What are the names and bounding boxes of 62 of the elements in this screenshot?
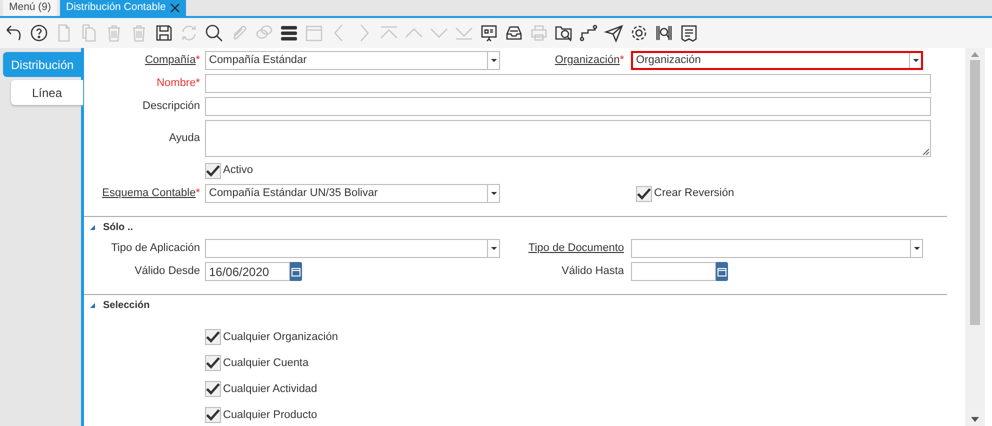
- collapse-icon[interactable]: [90, 224, 95, 230]
- resize-grip-icon[interactable]: [922, 148, 929, 155]
- checkbox[interactable]: [205, 407, 221, 423]
- checkbox-label: Crear Reversión: [654, 186, 734, 202]
- dropdown-field[interactable]: Compañía Estándar UN/35 Bolivar: [205, 184, 500, 203]
- date-field[interactable]: [631, 262, 716, 281]
- required-mark: *: [620, 54, 624, 66]
- workflow-nodes-icon[interactable]: [579, 23, 599, 43]
- text-field[interactable]: [205, 97, 931, 116]
- settings-icon[interactable]: [629, 23, 649, 43]
- date-field[interactable]: 16/06/2020: [205, 262, 290, 281]
- caret-icon[interactable]: [490, 192, 496, 195]
- close-icon[interactable]: [170, 3, 180, 13]
- field-label: Válido Desde: [134, 265, 200, 278]
- field-label: Válido Hasta: [562, 265, 624, 278]
- window-tab[interactable]: Menú (9): [3, 0, 58, 16]
- caret-icon[interactable]: [914, 247, 920, 250]
- caret-icon[interactable]: [490, 59, 496, 62]
- calendar-button[interactable]: [716, 262, 728, 281]
- checkbox[interactable]: [205, 381, 221, 397]
- checkbox-label: Cualquier Organización: [223, 330, 338, 345]
- field-label: Descripción: [142, 100, 200, 112]
- help-icon[interactable]: [29, 23, 49, 43]
- field-label[interactable]: Organización: [554, 54, 620, 66]
- field-label: Tipo de Aplicación: [111, 242, 200, 254]
- scrollbar[interactable]: [965, 48, 985, 426]
- dropdown-field[interactable]: Compañía Estándar: [205, 51, 500, 70]
- search-icon[interactable]: [204, 23, 224, 43]
- section-title[interactable]: Sólo ..: [103, 220, 133, 234]
- checkbox[interactable]: [205, 329, 221, 345]
- field-label[interactable]: Compañía: [144, 54, 196, 66]
- field-label[interactable]: Esquema Contable: [102, 187, 196, 200]
- receipt-icon[interactable]: [679, 23, 699, 43]
- checkbox-label: Activo: [223, 163, 253, 178]
- barcode-search-icon[interactable]: [654, 23, 674, 43]
- dropdown-field[interactable]: Organización: [631, 51, 923, 70]
- calendar-button[interactable]: [290, 262, 302, 281]
- checkbox-label: Cualquier Producto: [223, 408, 318, 423]
- scrollbar-thumb[interactable]: [970, 60, 980, 325]
- checkbox[interactable]: [636, 186, 652, 202]
- required-mark: *: [196, 54, 200, 66]
- scroll-down-icon[interactable]: [971, 417, 979, 422]
- side-tab[interactable]: Línea: [11, 80, 83, 105]
- dropdown-field[interactable]: [205, 239, 500, 258]
- presentation-board-icon[interactable]: [479, 23, 499, 43]
- section-title[interactable]: Selección: [103, 298, 150, 312]
- field-label: Nombre: [156, 77, 196, 90]
- dropdown-field[interactable]: [631, 239, 923, 258]
- required-mark: *: [196, 187, 200, 200]
- collapse-icon[interactable]: [90, 302, 95, 308]
- checkbox[interactable]: [205, 162, 221, 178]
- field-label: Ayuda: [169, 132, 200, 144]
- caret-icon[interactable]: [912, 59, 918, 62]
- required-mark: *: [196, 77, 200, 90]
- checkbox-label: Cualquier Actividad: [223, 382, 318, 397]
- checkbox[interactable]: [205, 355, 221, 371]
- paper-plane-icon[interactable]: [604, 23, 624, 43]
- caret-icon[interactable]: [490, 247, 496, 250]
- text-field[interactable]: [205, 74, 931, 93]
- field-label[interactable]: Tipo de Documento: [528, 242, 624, 254]
- menu-icon[interactable]: [279, 23, 299, 43]
- checkbox-label: Cualquier Cuenta: [223, 356, 309, 371]
